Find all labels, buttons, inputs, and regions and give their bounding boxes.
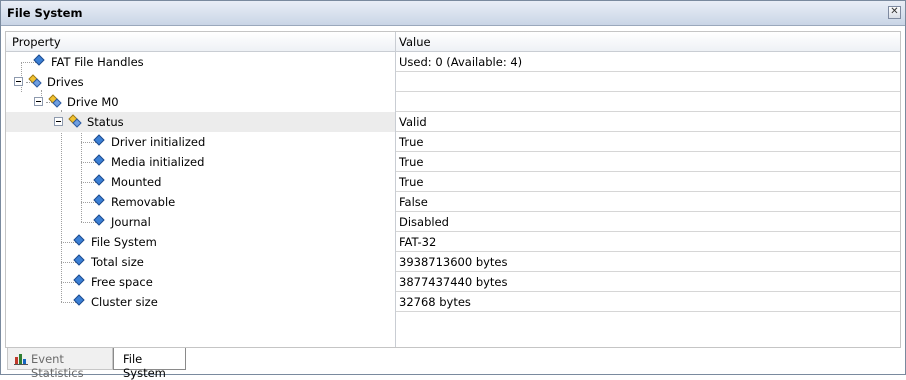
- value-cell[interactable]: Used: 0 (Available: 4): [396, 52, 900, 72]
- table-row[interactable]: Cluster size 32768 bytes: [6, 292, 900, 312]
- column-separator: [395, 51, 396, 347]
- property-label: Driver initialized: [111, 135, 206, 149]
- value-text: True: [399, 135, 424, 149]
- value-cell[interactable]: [396, 92, 900, 112]
- property-group-icon: [48, 94, 62, 108]
- property-label: File System: [91, 235, 157, 249]
- property-column-header[interactable]: Property: [12, 35, 61, 49]
- property-cell: Drives: [6, 72, 395, 92]
- property-cell: Removable: [6, 192, 395, 212]
- property-cell: Mounted: [6, 172, 395, 192]
- tab-file-system[interactable]: File System: [113, 348, 186, 380]
- property-cell: Status: [6, 112, 395, 132]
- property-diamond-icon: [73, 294, 85, 306]
- value-cell[interactable]: True: [396, 132, 900, 152]
- property-label: Journal: [111, 215, 151, 229]
- property-label: Removable: [111, 195, 176, 209]
- column-divider[interactable]: [395, 32, 396, 51]
- tab-event-statistics[interactable]: Event Statistics: [7, 348, 113, 380]
- property-label: Drives: [47, 75, 84, 89]
- property-cell: Free space: [6, 272, 395, 292]
- tab-label: File System: [123, 352, 166, 380]
- value-text: True: [399, 155, 424, 169]
- property-diamond-icon: [93, 174, 105, 186]
- value-cell[interactable]: 3938713600 bytes: [396, 252, 900, 272]
- value-text: True: [399, 175, 424, 189]
- title-bar: File System ✕: [1, 1, 905, 26]
- property-diamond-icon: [93, 194, 105, 206]
- property-cell: Total size: [6, 252, 395, 272]
- property-label: Cluster size: [91, 295, 158, 309]
- property-diamond-icon: [73, 274, 85, 286]
- file-system-window: File System ✕ Property Value FAT File Ha…: [0, 0, 906, 380]
- table-row[interactable]: File System FAT-32: [6, 232, 900, 252]
- tab-strip: Event Statistics File System: [5, 348, 901, 380]
- property-diamond-icon: [93, 154, 105, 166]
- collapse-toggle[interactable]: [34, 97, 43, 106]
- value-cell[interactable]: Valid: [396, 112, 900, 132]
- table-row[interactable]: FAT File Handles Used: 0 (Available: 4): [6, 52, 900, 72]
- value-cell[interactable]: 32768 bytes: [396, 292, 900, 312]
- property-label: Drive M0: [67, 95, 119, 109]
- property-label: Status: [87, 115, 124, 129]
- table-row[interactable]: Status Valid: [6, 112, 900, 132]
- value-cell[interactable]: False: [396, 192, 900, 212]
- bar-chart-icon: [14, 354, 28, 365]
- grid-header: Property Value: [6, 32, 900, 52]
- collapse-toggle[interactable]: [14, 77, 23, 86]
- value-text: Used: 0 (Available: 4): [399, 55, 523, 69]
- property-cell: FAT File Handles: [6, 52, 395, 72]
- table-row[interactable]: Media initialized True: [6, 152, 900, 172]
- property-diamond-icon: [93, 134, 105, 146]
- value-text: 32768 bytes: [399, 295, 471, 309]
- property-cell: Media initialized: [6, 152, 395, 172]
- table-row[interactable]: Driver initialized True: [6, 132, 900, 152]
- table-row[interactable]: Free space 3877437440 bytes: [6, 272, 900, 292]
- value-cell[interactable]: [396, 72, 900, 92]
- property-label: Media initialized: [111, 155, 205, 169]
- property-cell: Drive M0: [6, 92, 395, 112]
- table-row[interactable]: Mounted True: [6, 172, 900, 192]
- value-text: Disabled: [399, 215, 449, 229]
- value-text: 3877437440 bytes: [399, 275, 508, 289]
- property-group-icon: [28, 74, 42, 88]
- value-cell[interactable]: True: [396, 152, 900, 172]
- property-diamond-icon: [93, 214, 105, 226]
- property-cell: Journal: [6, 212, 395, 232]
- property-diamond-icon: [33, 54, 45, 66]
- property-diamond-icon: [73, 234, 85, 246]
- property-cell: Cluster size: [6, 292, 395, 312]
- value-cell[interactable]: 3877437440 bytes: [396, 272, 900, 292]
- value-text: FAT-32: [399, 235, 437, 249]
- value-cell[interactable]: True: [396, 172, 900, 192]
- value-text: Valid: [399, 115, 427, 129]
- table-row[interactable]: Drives: [6, 72, 900, 92]
- value-text: 3938713600 bytes: [399, 255, 508, 269]
- property-grid: Property Value FAT File Handles Used: 0 …: [5, 31, 901, 348]
- value-text: False: [399, 195, 428, 209]
- property-diamond-icon: [73, 254, 85, 266]
- tab-label: Event Statistics: [31, 352, 84, 380]
- property-cell: Driver initialized: [6, 132, 395, 152]
- table-row[interactable]: Total size 3938713600 bytes: [6, 252, 900, 272]
- property-label: FAT File Handles: [51, 55, 144, 69]
- table-row[interactable]: Drive M0: [6, 92, 900, 112]
- property-group-icon: [68, 114, 82, 128]
- value-cell[interactable]: FAT-32: [396, 232, 900, 252]
- value-cell[interactable]: Disabled: [396, 212, 900, 232]
- table-row[interactable]: Journal Disabled: [6, 212, 900, 232]
- collapse-toggle[interactable]: [54, 117, 63, 126]
- window-title: File System: [7, 6, 83, 20]
- property-label: Mounted: [111, 175, 162, 189]
- table-row[interactable]: Removable False: [6, 192, 900, 212]
- property-cell: File System: [6, 232, 395, 252]
- value-column-header[interactable]: Value: [399, 35, 431, 49]
- close-icon[interactable]: ✕: [888, 6, 901, 19]
- property-label: Total size: [91, 255, 144, 269]
- property-label: Free space: [91, 275, 153, 289]
